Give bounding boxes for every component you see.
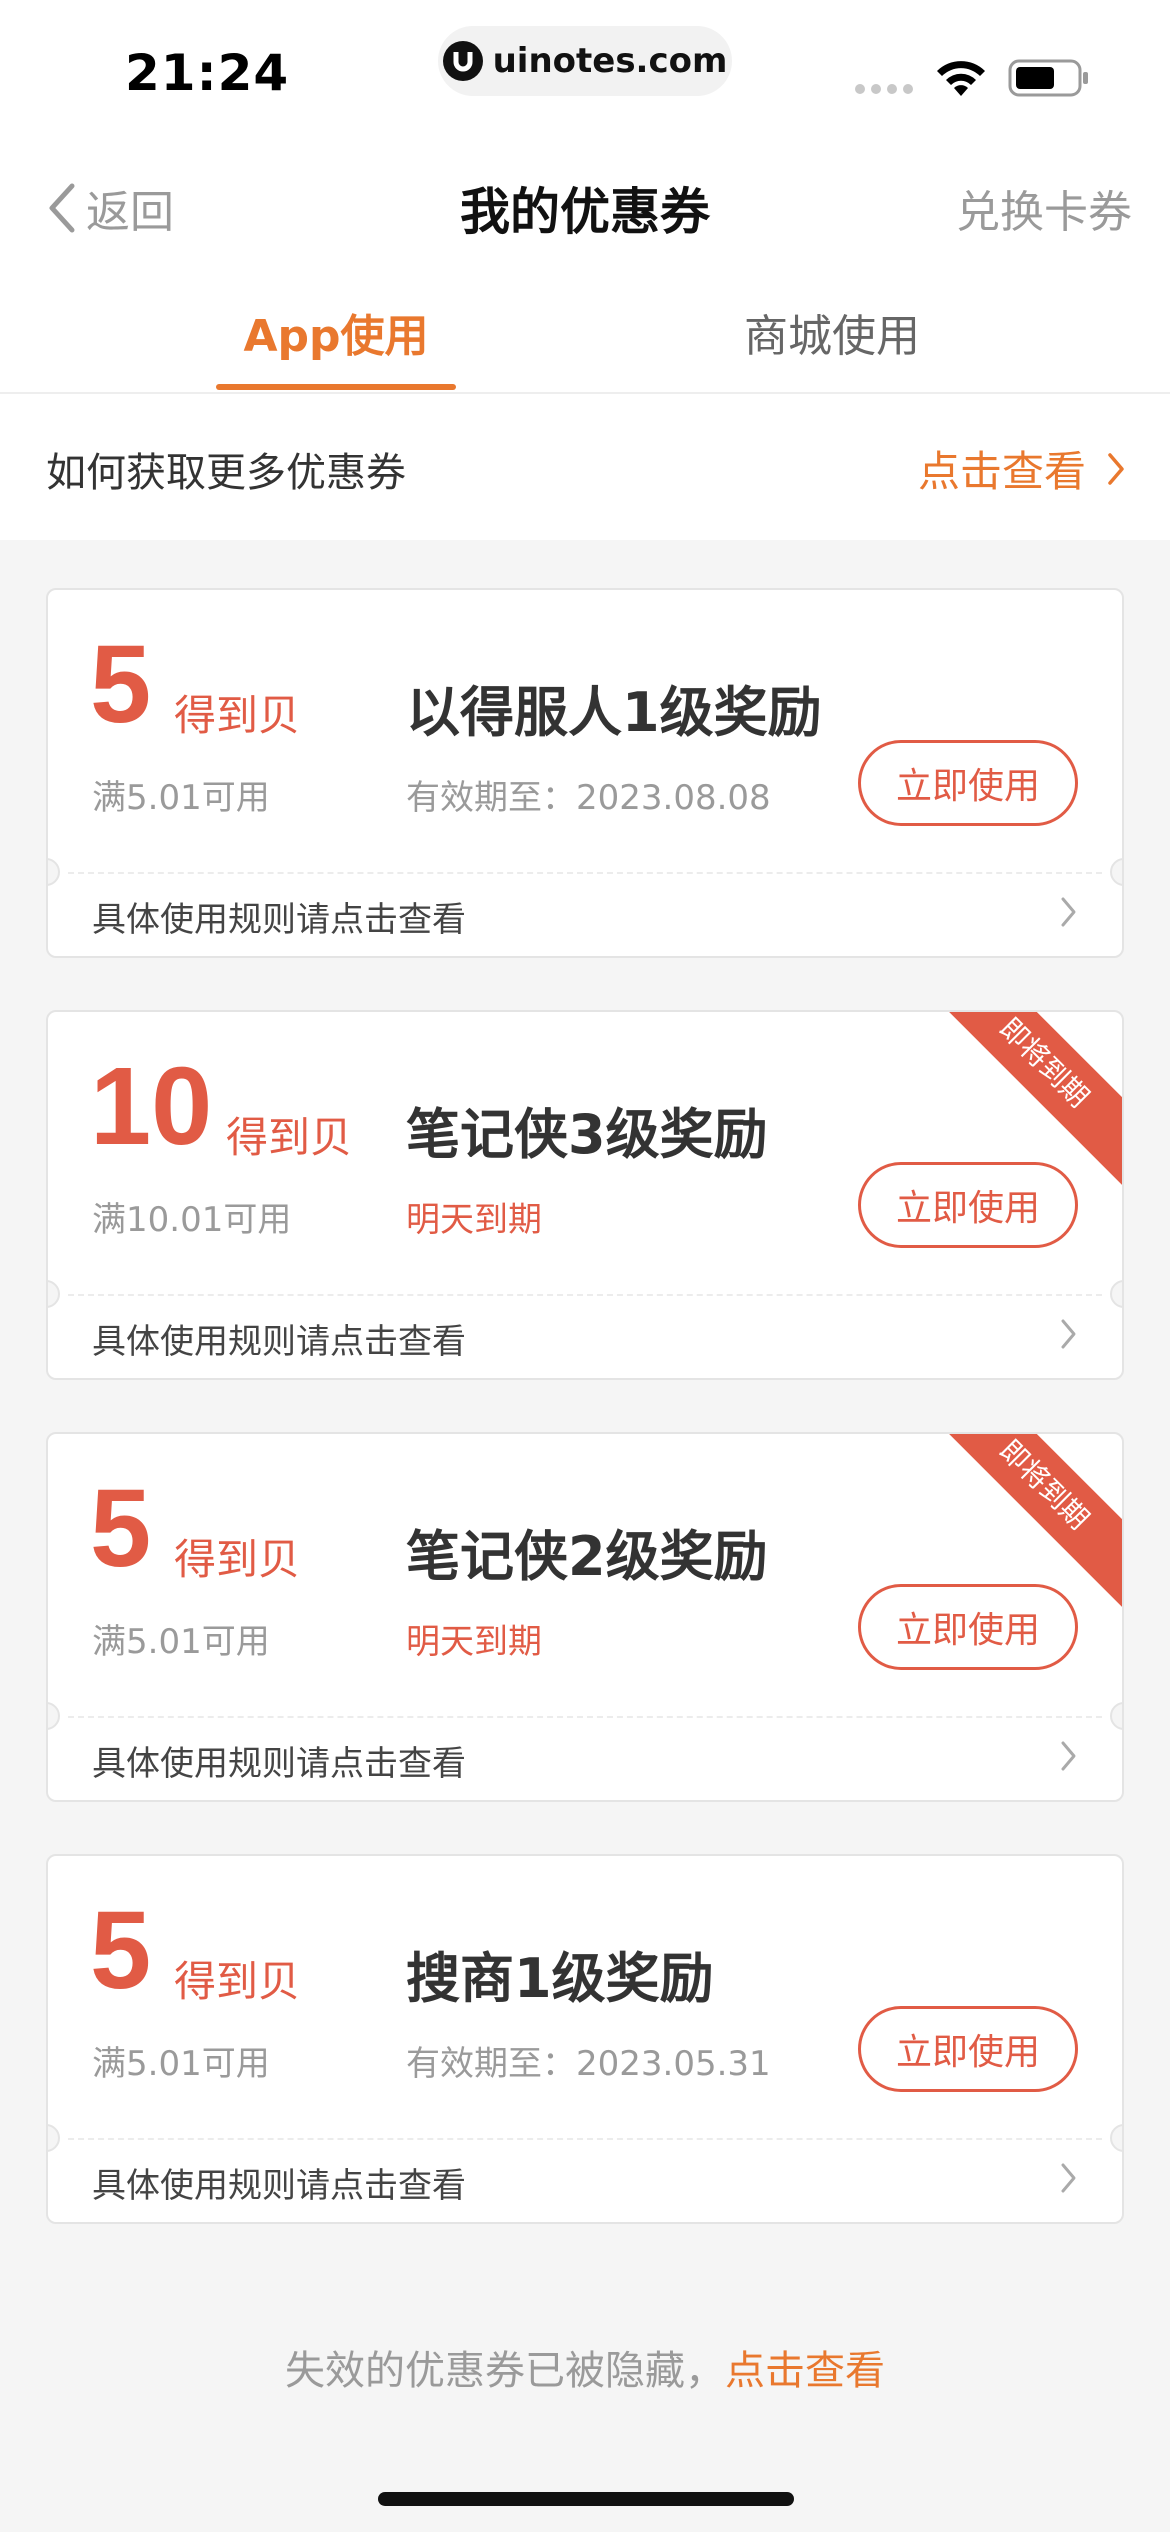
coupon-notch [48, 858, 60, 886]
coupon-notch [1110, 2124, 1122, 2152]
how-to-get-more-label: 如何获取更多优惠券 [46, 450, 406, 496]
coupon-unit: 得到贝 [174, 691, 301, 740]
coupon-notch [48, 2124, 60, 2152]
coupon-rules-link[interactable]: 具体使用规则请点击查看 [92, 2158, 466, 2207]
coupon-expiry: 明天到期 [406, 1622, 542, 1662]
wifi-icon [937, 61, 985, 96]
coupon-expiry: 有效期至：2023.05.31 [406, 2044, 771, 2084]
home-indicator[interactable] [378, 2492, 794, 2506]
coupon-min-use: 满5.01可用 [92, 1622, 270, 1662]
use-now-button[interactable]: 立即使用 [858, 1584, 1078, 1670]
coupon-amount: 10 [90, 1045, 213, 1168]
site-logo-icon [442, 41, 483, 81]
coupon-divider [68, 1294, 1102, 1296]
view-hidden-coupons-link[interactable]: 点击查看 [725, 2348, 885, 2394]
use-now-button[interactable]: 立即使用 [858, 2006, 1078, 2092]
coupon-title: 笔记侠2级奖励 [406, 1525, 768, 1588]
nav-bar: 返回 我的优惠券 兑换卡券 [0, 150, 1170, 265]
status-time: 21:24 [125, 44, 290, 102]
tab-bar: App使用 商城使用 [0, 270, 1170, 394]
coupon-unit: 得到贝 [174, 1957, 301, 2006]
coupon-notch [1110, 1702, 1122, 1730]
coupon-card[interactable]: 5 得到贝 满5.01可用 搜商1级奖励 有效期至：2023.05.31 立即使… [46, 1854, 1124, 2224]
coupon-divider [68, 872, 1102, 874]
coupon-notch [1110, 858, 1122, 886]
redeem-card-button[interactable]: 兑换卡券 [956, 176, 1132, 240]
chevron-right-icon [1061, 1741, 1076, 1771]
tab-mall-use[interactable]: 商城使用 [712, 300, 952, 364]
status-bar: 21:24 uinotes.com [0, 0, 1170, 140]
coupon-unit: 得到贝 [174, 1535, 301, 1584]
url-pill[interactable]: uinotes.com [438, 26, 732, 96]
cellular-signal-icon [855, 84, 913, 94]
coupon-notch [48, 1280, 60, 1308]
coupon-unit: 得到贝 [226, 1113, 353, 1162]
coupon-divider [68, 2138, 1102, 2140]
coupon-amount: 5 [90, 1889, 152, 2012]
view-more-text: 点击查看 [917, 447, 1086, 496]
coupon-rules-link[interactable]: 具体使用规则请点击查看 [92, 1736, 466, 1785]
how-to-get-more-row[interactable]: 如何获取更多优惠券 点击查看 [0, 394, 1170, 540]
coupon-notch [1110, 1280, 1122, 1308]
chevron-right-icon [1108, 452, 1124, 485]
coupon-card[interactable]: 5 得到贝 满5.01可用 笔记侠2级奖励 明天到期 立即使用 即将到期 具体使… [46, 1432, 1124, 1802]
coupon-rules-link[interactable]: 具体使用规则请点击查看 [92, 1314, 466, 1363]
coupon-amount: 5 [90, 623, 152, 746]
coupon-card[interactable]: 5 得到贝 满5.01可用 以得服人1级奖励 有效期至：2023.08.08 立… [46, 588, 1124, 958]
url-text: uinotes.com [492, 41, 728, 81]
coupon-expiry: 明天到期 [406, 1200, 542, 1240]
coupon-min-use: 满5.01可用 [92, 2044, 270, 2084]
use-now-button[interactable]: 立即使用 [858, 740, 1078, 826]
chevron-right-icon [1061, 897, 1076, 927]
coupon-title: 搜商1级奖励 [406, 1947, 714, 2010]
active-tab-indicator [216, 384, 456, 390]
tab-app-use[interactable]: App使用 [216, 300, 456, 364]
coupon-title: 以得服人1级奖励 [406, 681, 822, 744]
coupon-min-use: 满5.01可用 [92, 778, 270, 818]
top-area: 21:24 uinotes.com 返回 我的优惠券 兑换卡券 App使用 商城… [0, 0, 1170, 540]
coupon-rules-link[interactable]: 具体使用规则请点击查看 [92, 892, 466, 941]
view-more-link[interactable]: 点击查看 [918, 438, 1126, 499]
coupon-notch [48, 1702, 60, 1730]
use-now-button[interactable]: 立即使用 [858, 1162, 1078, 1248]
coupon-divider [68, 1716, 1102, 1718]
chevron-right-icon [1061, 1319, 1076, 1349]
battery-icon [1008, 59, 1088, 97]
chevron-right-icon [1061, 2163, 1076, 2193]
coupon-list: 5 得到贝 满5.01可用 以得服人1级奖励 有效期至：2023.08.08 立… [46, 588, 1124, 2276]
coupon-title: 笔记侠3级奖励 [406, 1103, 768, 1166]
coupon-card[interactable]: 10 得到贝 满10.01可用 笔记侠3级奖励 明天到期 立即使用 即将到期 具… [46, 1010, 1124, 1380]
hidden-coupons-text: 失效的优惠券已被隐藏， [285, 2348, 725, 2394]
hidden-coupons-note: 失效的优惠券已被隐藏，点击查看 [0, 2338, 1170, 2396]
coupon-expiry: 有效期至：2023.08.08 [406, 778, 771, 818]
coupon-amount: 5 [90, 1467, 152, 1590]
coupon-min-use: 满10.01可用 [92, 1200, 292, 1240]
